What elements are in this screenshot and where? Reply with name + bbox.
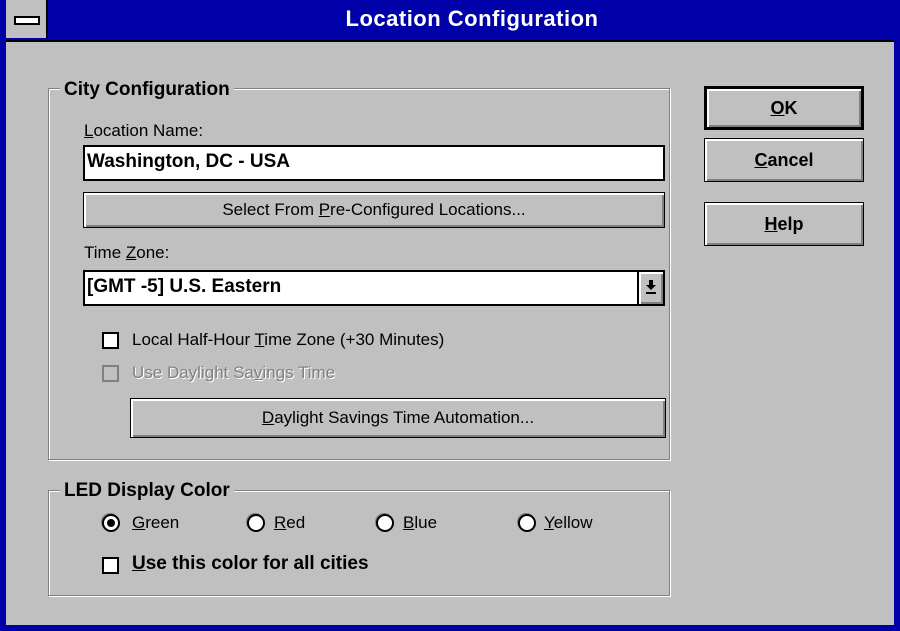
daylight-savings-checkbox[interactable] — [102, 365, 119, 382]
radio-green-label: Green — [132, 513, 180, 532]
radio-red-label: Red — [274, 513, 306, 532]
cancel-button[interactable]: Cancel — [704, 138, 864, 182]
radio-red[interactable] — [247, 514, 265, 532]
select-preconfigured-locations-button[interactable]: Select From Pre-Configured Locations... — [83, 192, 665, 228]
title-bar: Location Configuration — [6, 0, 894, 42]
led-display-color-group — [48, 490, 670, 596]
location-name-label: Location Name: — [84, 121, 204, 140]
radio-blue-label: Blue — [403, 513, 438, 532]
radio-selected-dot — [107, 519, 115, 527]
radio-yellow[interactable] — [518, 514, 536, 532]
led-display-color-legend: LED Display Color — [60, 480, 234, 502]
system-menu-icon — [14, 16, 40, 25]
radio-yellow-label: Yellow — [544, 513, 593, 532]
window-title: Location Configuration — [345, 6, 599, 31]
time-zone-dropdown-button[interactable] — [637, 272, 663, 304]
time-zone-value: [GMT -5] U.S. Eastern — [87, 276, 282, 297]
half-hour-time-zone-label: Local Half-Hour Time Zone (+30 Minutes) — [132, 330, 445, 349]
help-button[interactable]: Help — [704, 202, 864, 246]
daylight-savings-label: Use Daylight Savings Time — [132, 363, 336, 382]
radio-blue[interactable] — [376, 514, 394, 532]
radio-green[interactable] — [102, 514, 120, 532]
time-zone-select[interactable]: [GMT -5] U.S. Eastern — [83, 270, 665, 306]
city-configuration-legend: City Configuration — [60, 79, 234, 101]
ok-button[interactable]: OK — [704, 86, 864, 130]
location-name-input[interactable]: Washington, DC - USA — [83, 145, 665, 181]
system-menu-button[interactable] — [6, 0, 48, 38]
daylight-savings-automation-button[interactable]: Daylight Savings Time Automation... — [130, 398, 666, 438]
use-color-for-all-cities-label: Use this color for all cities — [132, 553, 369, 574]
half-hour-time-zone-checkbox[interactable] — [102, 332, 119, 349]
time-zone-label: Time Zone: — [84, 243, 170, 262]
dialog-window: Location Configuration City Configuratio… — [0, 0, 900, 631]
dropdown-arrow-icon — [646, 280, 656, 294]
use-color-for-all-cities-checkbox[interactable] — [102, 557, 119, 574]
